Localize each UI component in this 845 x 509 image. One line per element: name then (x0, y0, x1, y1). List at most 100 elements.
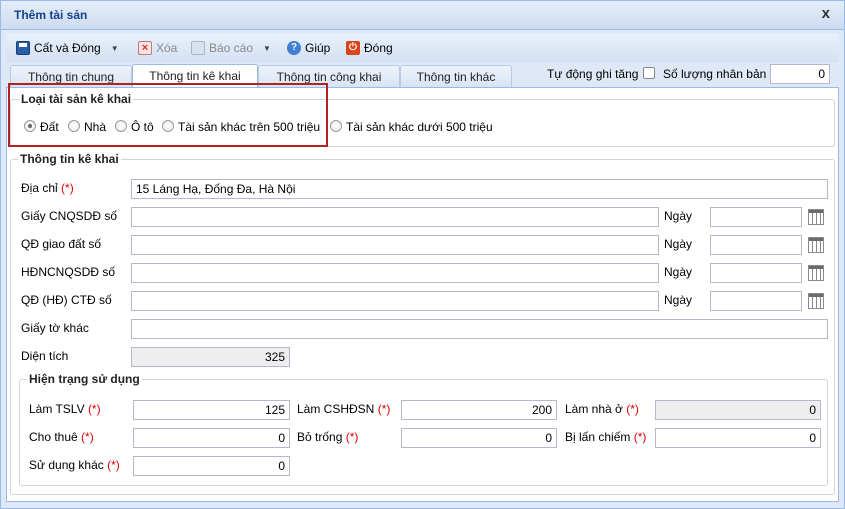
calendar-icon[interactable] (808, 209, 824, 225)
other-docs-input[interactable] (131, 319, 828, 339)
required-mark: (*) (377, 402, 391, 416)
declaration-legend: Thông tin kê khai (18, 152, 121, 166)
save-close-button[interactable]: Cất và Đóng ▼ (16, 39, 119, 57)
address-label-text: Địa chỉ (21, 181, 58, 195)
help-label: Giúp (305, 41, 331, 55)
usage-legend: Hiện trạng sử dụng (27, 372, 142, 386)
cert-input[interactable] (131, 207, 659, 227)
radio-car[interactable] (115, 120, 127, 132)
transfer-contract-date-label: Ngày (664, 265, 693, 279)
usage-other-input[interactable]: 0 (133, 456, 290, 476)
usage-group: Hiện trạng sử dụng Làm TSLV (*) 125 Làm … (19, 372, 828, 486)
usage-work-label: Làm TSLV (*) (29, 402, 101, 416)
land-decision-date-input[interactable] (710, 235, 802, 255)
usage-encroached-input[interactable]: 0 (655, 428, 821, 448)
land-decision-input[interactable] (131, 235, 659, 255)
ctd-decision-input[interactable] (131, 291, 659, 311)
delete-icon: × (138, 41, 152, 55)
usage-rent-label: Cho thuê (*) (29, 430, 94, 444)
help-button[interactable]: ? Giúp (287, 39, 330, 57)
tab-other[interactable]: Thông tin khác (400, 65, 512, 87)
cert-date-input[interactable] (710, 207, 802, 227)
ctd-decision-date-label: Ngày (664, 293, 693, 307)
tab-label: Thông tin chung (27, 70, 115, 84)
cert-date-label: Ngày (664, 209, 693, 223)
area-label: Diện tích (21, 349, 69, 363)
save-icon (16, 41, 30, 55)
usage-public-label: Làm CSHĐSN (*) (297, 402, 390, 416)
usage-vacant-input[interactable]: 0 (401, 428, 557, 448)
auto-increase-label: Tự động ghi tăng (547, 67, 639, 81)
tab-label: Thông tin công khai (276, 70, 382, 84)
address-input[interactable]: 15 Láng Hạ, Đống Đa, Hà Nội (131, 179, 828, 199)
land-decision-date-label: Ngày (664, 237, 693, 251)
copies-input[interactable]: 0 (770, 64, 830, 84)
calendar-icon[interactable] (808, 265, 824, 281)
radio-under-500m[interactable] (330, 120, 342, 132)
usage-housing-input[interactable]: 0 (655, 400, 821, 420)
radio-land-label: Đất (40, 120, 59, 134)
usage-encroached-text: Bị lấn chiếm (565, 430, 631, 444)
usage-housing-text: Làm nhà ở (565, 402, 623, 416)
radio-house-label: Nhà (84, 120, 107, 134)
usage-other-label: Sử dụng khác (*) (29, 458, 120, 472)
transfer-contract-date-input[interactable] (710, 263, 802, 283)
transfer-contract-input[interactable] (131, 263, 659, 283)
required-mark: (*) (345, 430, 359, 444)
close-icon[interactable]: x (822, 5, 830, 22)
area-input[interactable]: 325 (131, 347, 290, 367)
delete-button[interactable]: × Xóa (138, 39, 177, 57)
power-icon: ⏻ (346, 41, 360, 55)
required-mark: (*) (87, 402, 101, 416)
report-button[interactable]: Báo cáo ▼ (191, 39, 271, 57)
tab-bar: Thông tin chung Thông tin kê khai Thông … (6, 63, 839, 88)
usage-rent-text: Cho thuê (29, 430, 78, 444)
usage-housing-label: Làm nhà ở (*) (565, 402, 639, 416)
asset-type-group: Loại tài sản kê khai Đất Nhà Ô tô Tài sả… (10, 92, 835, 147)
close-label: Đóng (364, 41, 393, 55)
tab-public[interactable]: Thông tin công khai (258, 65, 400, 87)
close-button[interactable]: ⏻ Đóng (346, 39, 393, 57)
delete-label: Xóa (156, 41, 178, 55)
other-docs-label: Giấy tờ khác (21, 321, 89, 335)
report-label: Báo cáo (209, 41, 254, 55)
usage-rent-input[interactable]: 0 (133, 428, 290, 448)
usage-vacant-text: Bỏ trống (297, 430, 343, 444)
radio-over-500m[interactable] (162, 120, 174, 132)
land-decision-label: QĐ giao đất số (21, 237, 102, 251)
tab-declaration[interactable]: Thông tin kê khai (132, 64, 258, 88)
calendar-icon[interactable] (808, 293, 824, 309)
usage-work-input[interactable]: 125 (133, 400, 290, 420)
ctd-decision-date-input[interactable] (710, 291, 802, 311)
add-asset-window: Thêm tài sản x Cất và Đóng ▼ × Xóa Báo c… (0, 0, 845, 509)
declaration-group: Thông tin kê khai Địa chỉ (*) 15 Láng Hạ… (10, 152, 835, 495)
auto-increase-checkbox[interactable] (643, 67, 655, 79)
transfer-contract-label: HĐNCNQSDĐ số (21, 265, 116, 279)
report-icon (191, 41, 205, 55)
tab-label: Thông tin khác (416, 70, 496, 84)
asset-type-legend: Loại tài sản kê khai (19, 92, 134, 106)
tab-general[interactable]: Thông tin chung (10, 65, 132, 87)
usage-encroached-label: Bị lấn chiếm (*) (565, 430, 646, 444)
chevron-down-icon[interactable]: ▼ (263, 44, 271, 53)
usage-other-text: Sử dụng khác (29, 458, 104, 472)
window-title: Thêm tài sản (14, 8, 88, 22)
required-mark: (*) (81, 430, 94, 444)
help-icon: ? (287, 41, 301, 55)
window-titlebar[interactable]: Thêm tài sản x (1, 1, 844, 30)
required-mark: (*) (61, 181, 74, 195)
ctd-decision-label: QĐ (HĐ) CTĐ số (21, 293, 112, 307)
calendar-icon[interactable] (808, 237, 824, 253)
tab-label: Thông tin kê khai (149, 69, 241, 83)
chevron-down-icon[interactable]: ▼ (111, 44, 119, 53)
usage-work-text: Làm TSLV (29, 402, 85, 416)
required-mark: (*) (107, 458, 120, 472)
usage-vacant-label: Bỏ trống (*) (297, 430, 358, 444)
usage-public-input[interactable]: 200 (401, 400, 557, 420)
usage-public-text: Làm CSHĐSN (297, 402, 375, 416)
radio-house[interactable] (68, 120, 80, 132)
required-mark: (*) (633, 430, 647, 444)
address-label: Địa chỉ (*) (21, 181, 74, 195)
radio-under-500m-label: Tài sản khác dưới 500 triệu (346, 120, 493, 134)
radio-land[interactable] (24, 120, 36, 132)
